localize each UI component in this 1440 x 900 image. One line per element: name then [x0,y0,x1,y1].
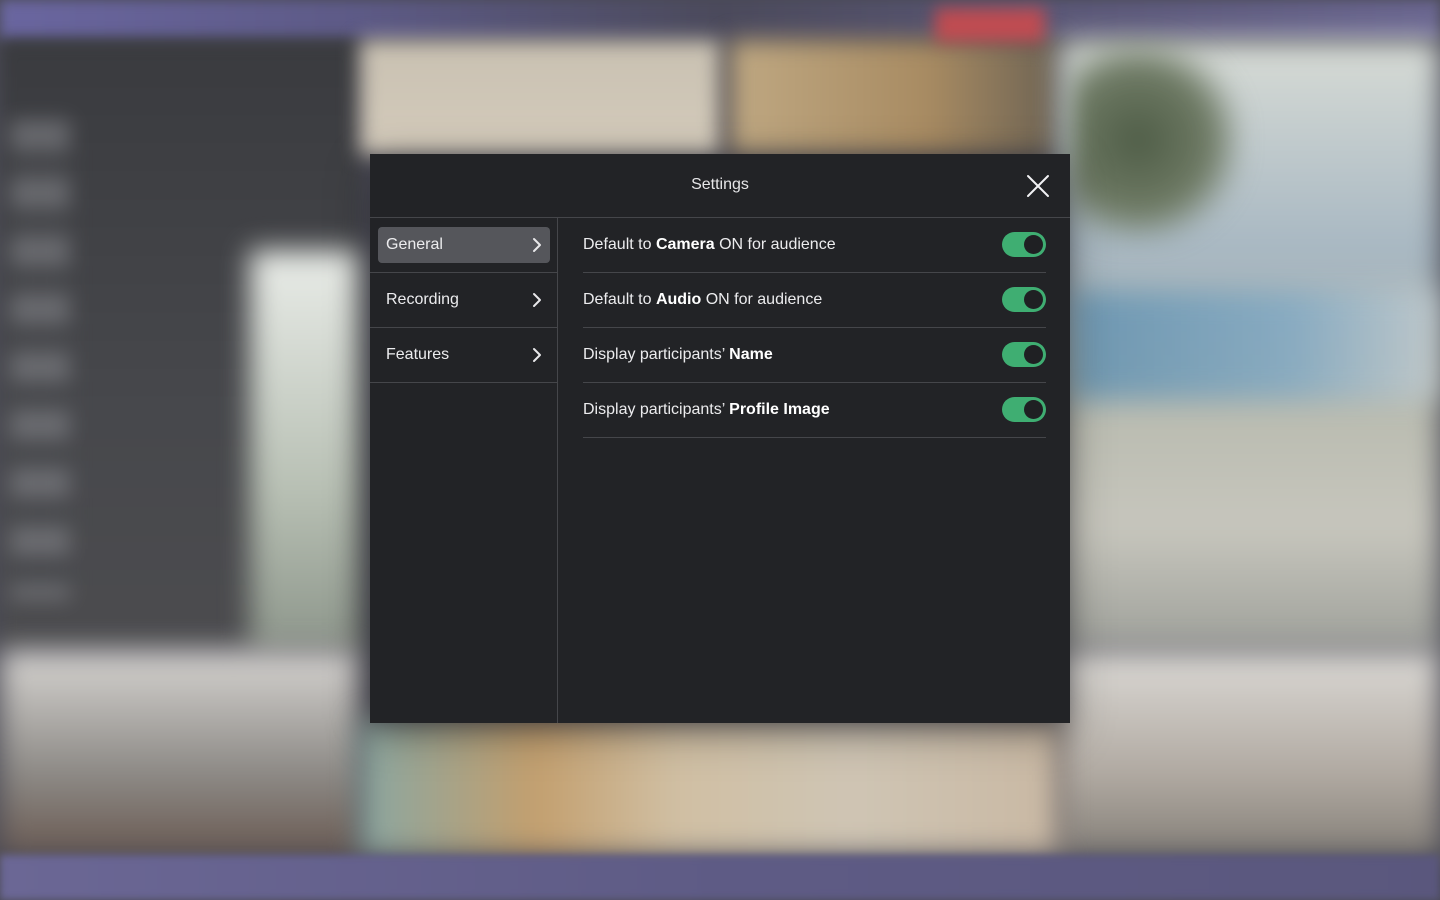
background-video-tile [360,40,720,155]
sidebar-item-label: Recording [386,291,459,308]
toggle-knob [1024,235,1043,254]
chevron-right-icon [533,293,541,307]
display-name-toggle[interactable] [1002,342,1046,367]
setting-row-display-name: Display participants’ Name [583,328,1046,383]
setting-row-audio-default: Default to Audio ON for audience [583,273,1046,328]
background-video-tile [730,40,1060,155]
settings-sidebar: General Recording Features [370,218,558,723]
modal-header: Settings [370,154,1070,218]
setting-label: Display participants’ Name [583,346,773,363]
background-video-tile [0,650,360,855]
background-top-bar [0,0,1440,40]
camera-default-toggle[interactable] [1002,232,1046,257]
chevron-right-icon [533,238,541,252]
sidebar-item-general[interactable]: General [370,218,557,273]
sidebar-item-label: Features [386,346,450,363]
setting-label: Display participants’ Profile Image [583,401,830,418]
background-video-tile [1060,650,1440,855]
settings-modal: Settings General Recording Features Defa… [370,154,1070,723]
setting-row-profile-image: Display participants’ Profile Image [583,383,1046,438]
toggle-knob [1024,345,1043,364]
audio-default-toggle[interactable] [1002,287,1046,312]
close-button[interactable] [1022,170,1054,202]
background-bottom-bar [0,855,1440,900]
setting-label: Default to Camera ON for audience [583,236,836,253]
background-left-tile [250,250,360,650]
toggle-knob [1024,400,1043,419]
background-scenery [1070,290,1440,400]
chevron-right-icon [533,348,541,362]
sidebar-item-label: General [386,236,443,253]
background-scenery [1070,40,1240,240]
setting-row-camera-default: Default to Camera ON for audience [583,218,1046,273]
background-red-button [935,8,1045,42]
modal-title: Settings [691,176,749,193]
sidebar-item-recording[interactable]: Recording [370,273,557,328]
general-settings-panel: Default to Camera ON for audience Defaul… [559,218,1070,723]
setting-label: Default to Audio ON for audience [583,291,823,308]
background-left-list [10,120,70,600]
profile-image-toggle[interactable] [1002,397,1046,422]
close-icon [1027,175,1049,197]
toggle-knob [1024,290,1043,309]
sidebar-item-features[interactable]: Features [370,328,557,383]
background-video-tile [360,720,1060,855]
